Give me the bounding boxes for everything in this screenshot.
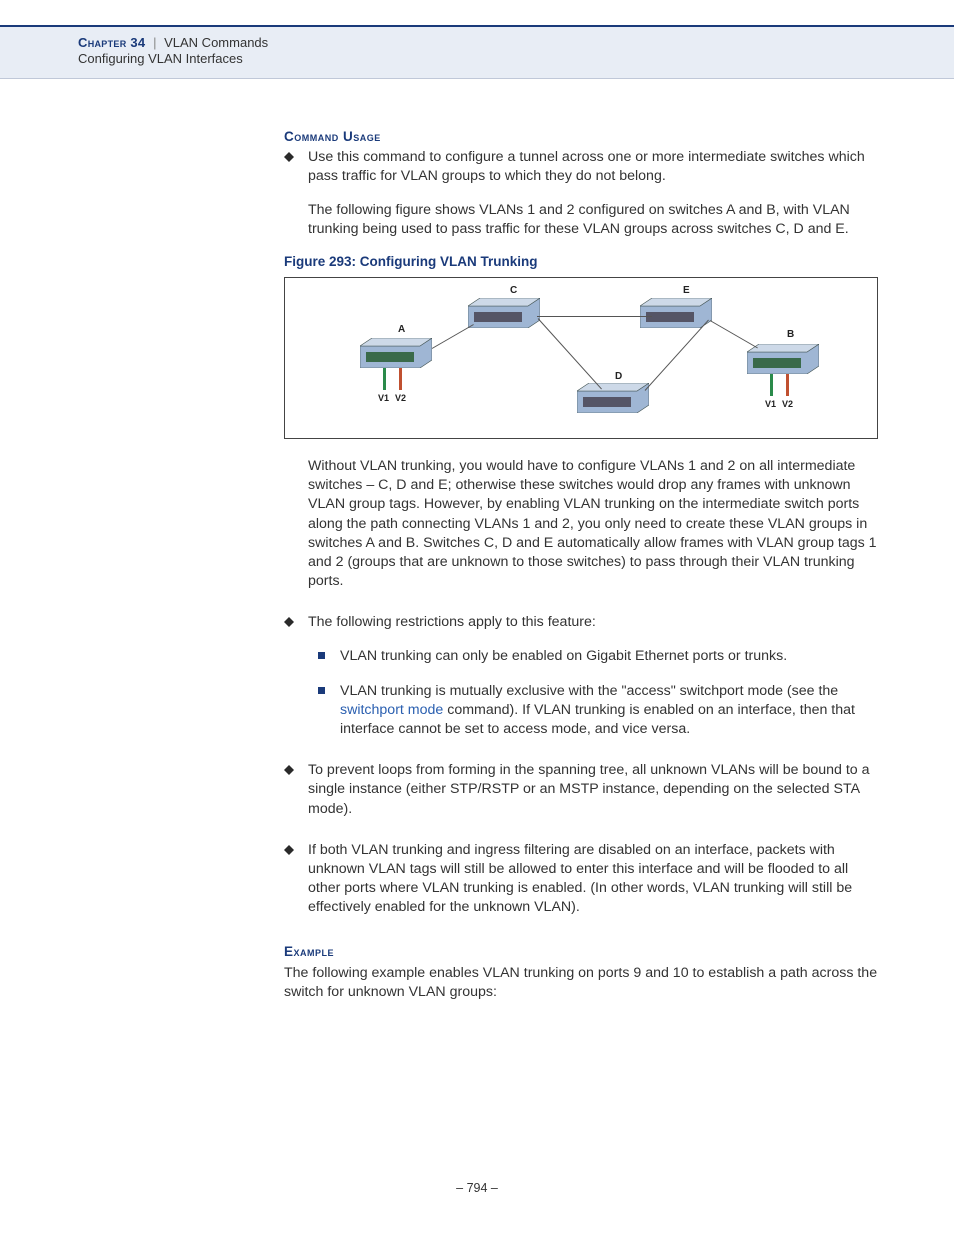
vlan2-line-a <box>399 368 402 390</box>
chapter-separator: | <box>153 35 156 50</box>
square-bullet-icon <box>318 652 325 659</box>
section-example: Example <box>284 943 878 961</box>
sub-bullet-2: VLAN trunking is mutually exclusive with… <box>284 682 878 740</box>
vlan-label-a1: V1 <box>378 392 389 404</box>
net-line-ce <box>537 316 652 317</box>
example-text: The following example enables VLAN trunk… <box>284 964 878 1002</box>
net-line-eb <box>710 320 758 348</box>
sub-bullet-1: VLAN trunking can only be enabled on Gig… <box>284 647 878 666</box>
diamond-bullet-icon <box>284 617 294 627</box>
vlan-label-b2: V2 <box>782 398 793 410</box>
chapter-label: Chapter 34 <box>78 35 145 50</box>
content-area: Command Usage Use this command to config… <box>284 128 878 1002</box>
net-line-ac <box>432 324 474 349</box>
switch-c-icon <box>468 298 540 328</box>
page-number: – 794 – <box>0 1181 954 1195</box>
switch-label-d: D <box>615 370 622 384</box>
switch-label-e: E <box>683 284 690 298</box>
switch-label-a: A <box>398 323 405 337</box>
bullet4-text: If both VLAN trunking and ingress filter… <box>308 842 852 916</box>
net-line-cd <box>538 318 602 389</box>
vlan2-line-b <box>786 374 789 396</box>
vlan1-line-a <box>383 368 386 390</box>
net-line-de <box>645 320 709 391</box>
vlan-label-a2: V2 <box>395 392 406 404</box>
section-command-usage: Command Usage <box>284 128 878 146</box>
bullet1-text1: Use this command to configure a tunnel a… <box>308 149 865 184</box>
chapter-subtitle: Configuring VLAN Interfaces <box>78 51 954 66</box>
bullet-item-3: To prevent loops from forming in the spa… <box>284 761 878 819</box>
bullet1-text3: Without VLAN trunking, you would have to… <box>284 457 878 591</box>
vlan1-line-b <box>770 374 773 396</box>
bullet3-text: To prevent loops from forming in the spa… <box>308 762 870 816</box>
switch-a-icon <box>360 338 432 368</box>
switch-b-icon <box>747 344 819 374</box>
switch-label-c: C <box>510 284 517 298</box>
diamond-bullet-icon <box>284 765 294 775</box>
page-header: Chapter 34 | VLAN Commands Configuring V… <box>0 25 954 79</box>
bullet-item-4: If both VLAN trunking and ingress filter… <box>284 841 878 918</box>
sub-bullet-1-text: VLAN trunking can only be enabled on Gig… <box>340 648 787 664</box>
diamond-bullet-icon <box>284 845 294 855</box>
bullet-item-1: Use this command to configure a tunnel a… <box>284 148 878 186</box>
vlan-label-b1: V1 <box>765 398 776 410</box>
square-bullet-icon <box>318 687 325 694</box>
switchport-mode-link[interactable]: switchport mode <box>340 702 443 718</box>
figure-diagram: A V1 V2 C D E B V1 V2 <box>284 277 878 439</box>
switch-d-icon <box>577 383 649 413</box>
figure-caption: Figure 293: Configuring VLAN Trunking <box>284 253 878 271</box>
bullet-item-2: The following restrictions apply to this… <box>284 613 878 632</box>
chapter-line: Chapter 34 | VLAN Commands <box>78 35 954 50</box>
chapter-title: VLAN Commands <box>164 35 268 50</box>
bullet1-text2: The following figure shows VLANs 1 and 2… <box>284 201 878 239</box>
sub-bullet-2-pre: VLAN trunking is mutually exclusive with… <box>340 683 838 699</box>
diamond-bullet-icon <box>284 152 294 162</box>
switch-label-b: B <box>787 328 794 342</box>
switch-e-icon <box>640 298 712 328</box>
bullet2-text: The following restrictions apply to this… <box>308 614 596 630</box>
